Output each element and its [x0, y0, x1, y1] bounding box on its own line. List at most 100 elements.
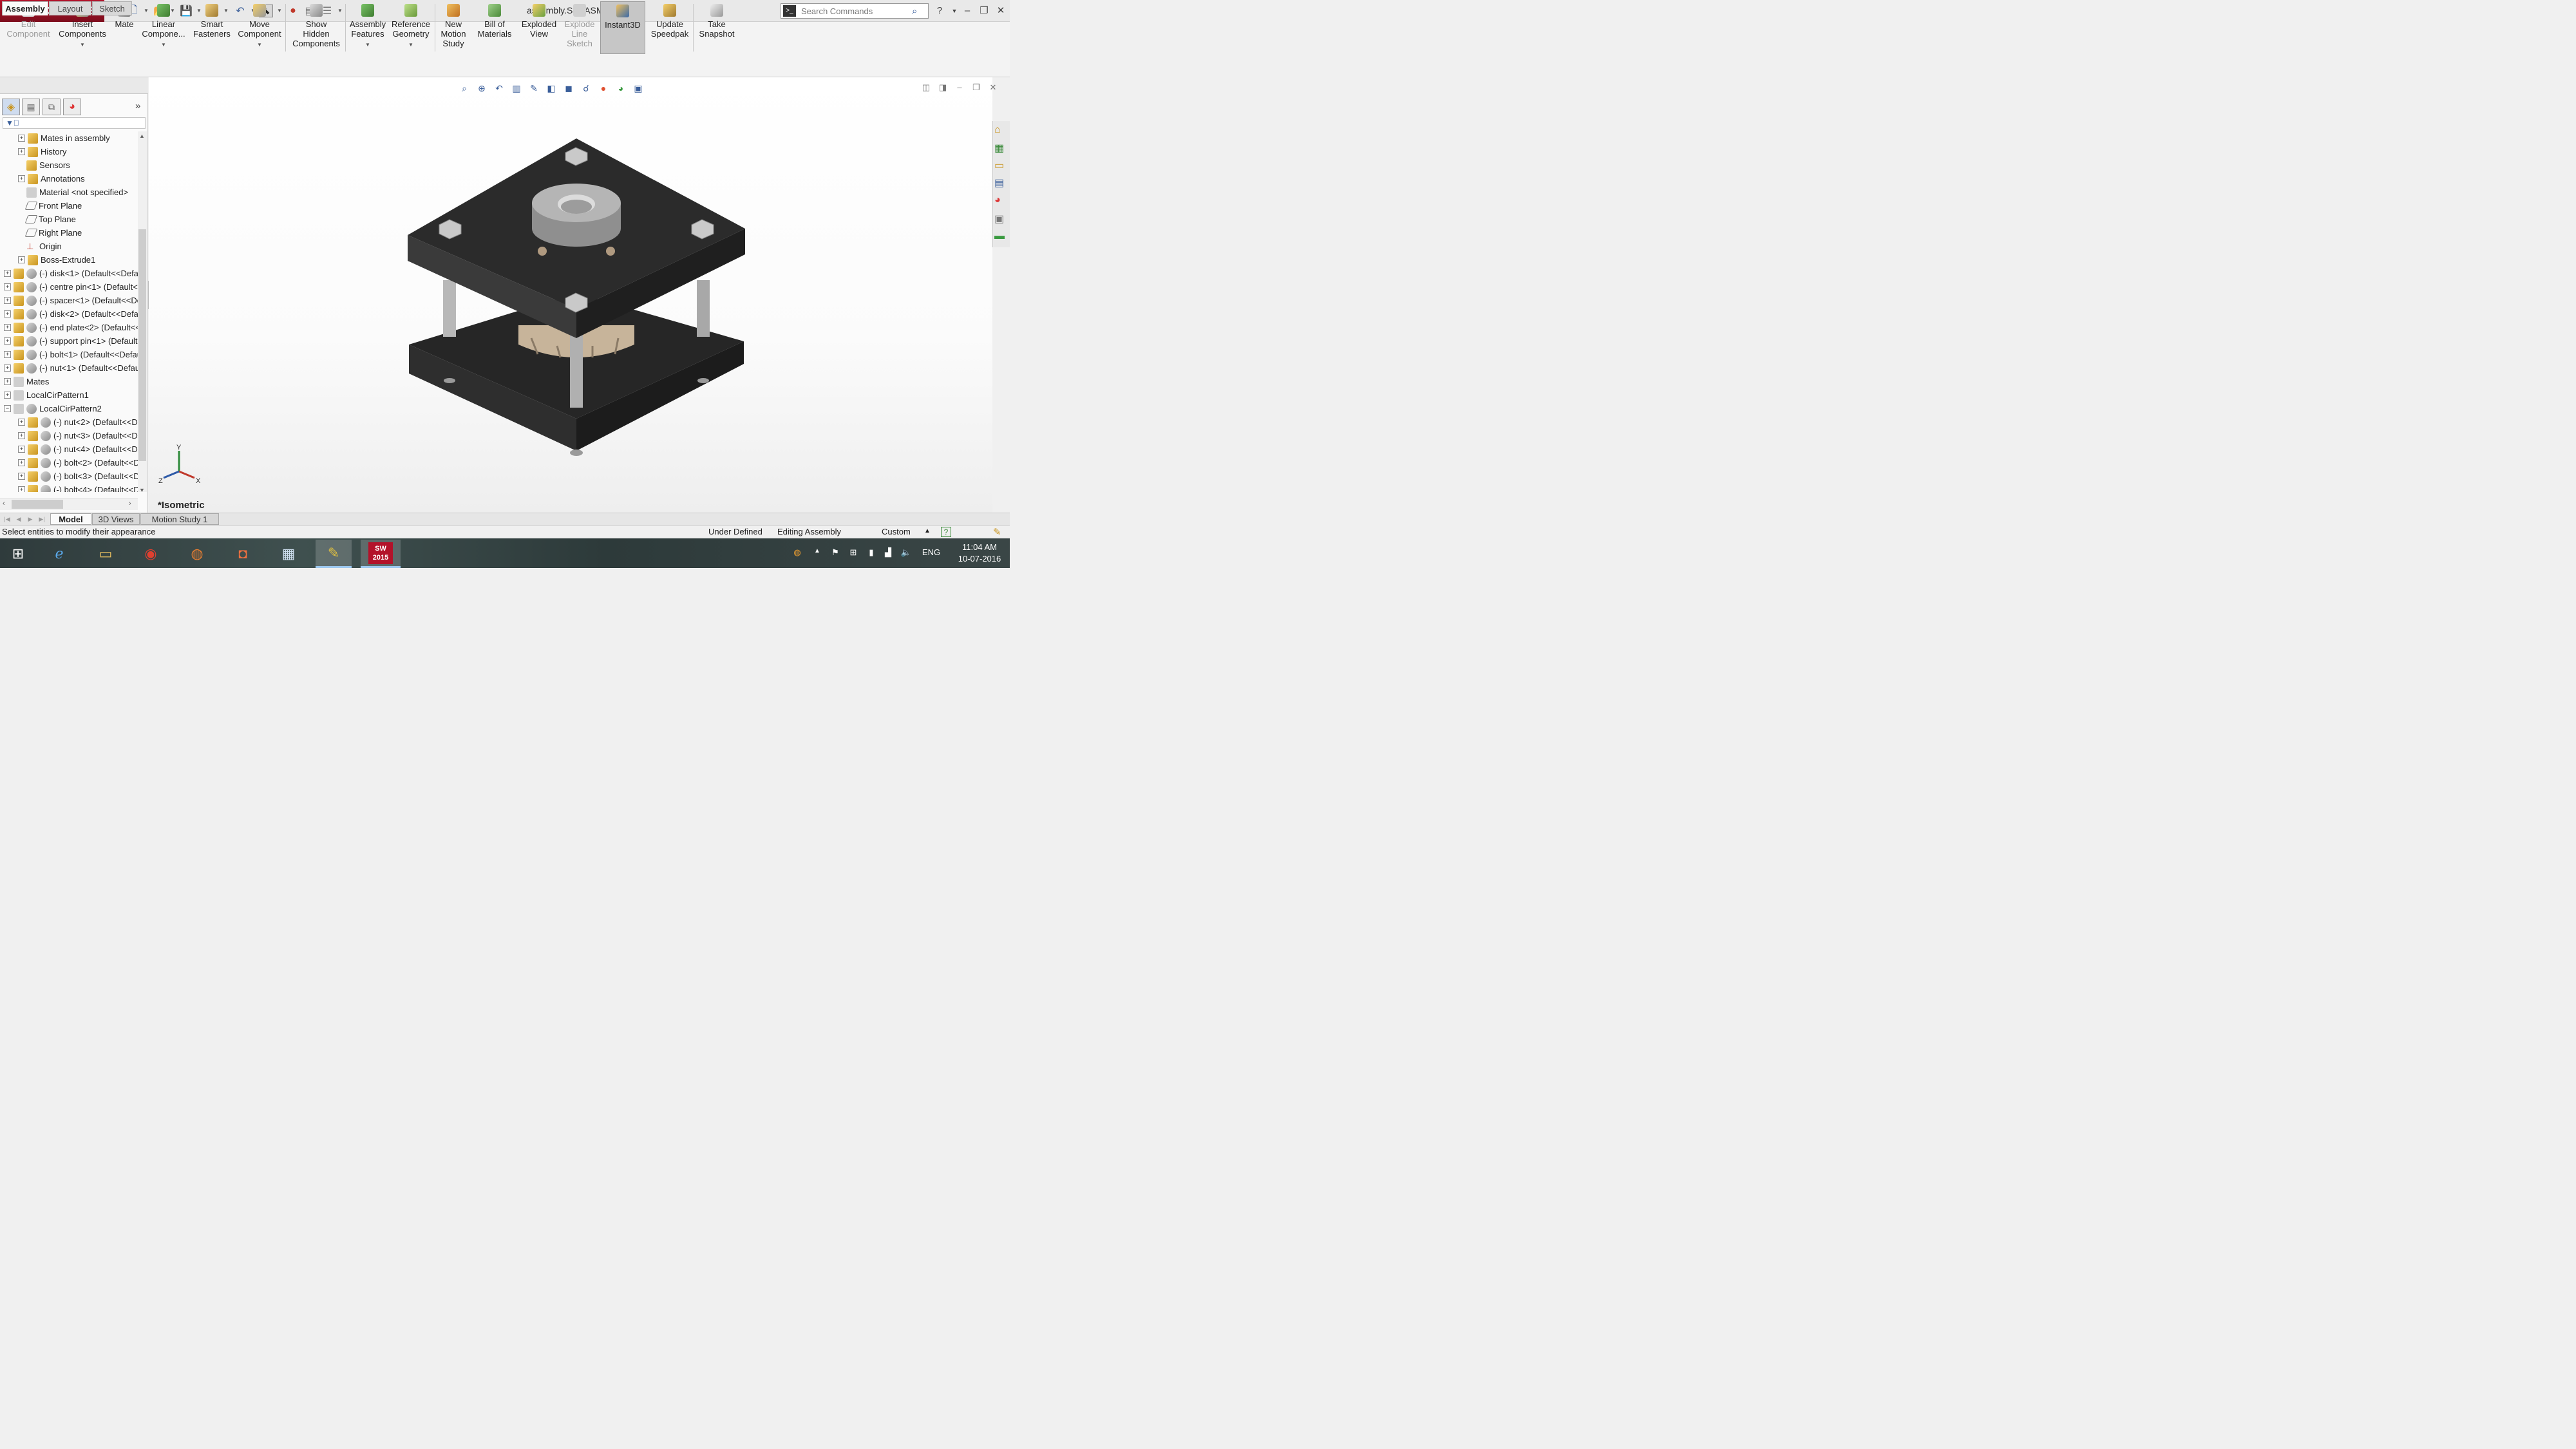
tree-item-material[interactable]: Material <not specified> [0, 185, 138, 199]
view-settings-icon[interactable]: ▣ [631, 81, 645, 95]
file-explorer-taskbar-icon[interactable]: ▭ [88, 540, 124, 568]
solidworks-resources-icon[interactable]: ⌂ [994, 124, 1009, 138]
custom-properties-icon[interactable]: ▣ [994, 213, 1009, 227]
display-style-icon[interactable]: ◼ [562, 81, 576, 95]
tree-item-boss-extrude1[interactable]: + Boss-Extrude1 [0, 253, 138, 267]
next-tab-icon[interactable]: ▶ [26, 515, 35, 524]
new-motion-study-button[interactable]: New Motion Study [437, 1, 470, 54]
expand-icon[interactable]: + [4, 378, 11, 385]
calculator-icon[interactable]: ▦ [270, 540, 307, 568]
show-hidden-components-button[interactable]: Show Hidden Components [290, 1, 343, 54]
expand-icon[interactable]: + [4, 351, 11, 358]
close-window-button[interactable]: ✕ [993, 4, 1009, 18]
search-input[interactable] [800, 5, 912, 17]
unit-system[interactable]: Custom [882, 527, 911, 536]
minimize-window-button[interactable]: – [960, 4, 975, 18]
tree-item-component[interactable]: + (-) disk<1> (Default<<Default>_Display … [0, 267, 138, 280]
expand-icon[interactable]: + [18, 446, 25, 453]
scroll-up-icon[interactable]: ▲ [139, 133, 145, 139]
internet-explorer-icon[interactable]: ℯ [41, 540, 77, 568]
reference-geometry-dropdown-icon[interactable]: ▼ [408, 40, 413, 50]
assembly-3d-model[interactable] [399, 132, 753, 460]
system-clock[interactable]: 11:04 AM 10-07-2016 [951, 542, 1009, 565]
tree-item-localcirpattern2[interactable]: − LocalCirPattern2 [0, 402, 138, 415]
tree-item-component[interactable]: + (-) nut<2> (Default<<Default>_Display S… [0, 415, 138, 429]
display-manager-tab-icon[interactable]: ◕ [63, 99, 81, 115]
expand-icon[interactable]: + [18, 148, 25, 155]
firefox-icon[interactable]: ◍ [179, 540, 215, 568]
move-component-dropdown-icon[interactable]: ▼ [257, 40, 262, 50]
expand-icon[interactable]: + [4, 324, 11, 331]
tree-item-component[interactable]: + (-) bolt<4> (Default<<Default>_Display … [0, 483, 138, 492]
linear-component-pattern-button[interactable]: Linear Compone... ▼ [140, 1, 187, 54]
tree-item-sensors[interactable]: Sensors [0, 158, 138, 172]
file-explorer-icon[interactable]: ▭ [994, 159, 1009, 173]
tree-item-history[interactable]: + History [0, 145, 138, 158]
prev-tab-icon[interactable]: ◀ [14, 515, 23, 524]
smart-fasteners-button[interactable]: Smart Fasteners [189, 1, 234, 54]
configuration-manager-tab-icon[interactable]: ⧉ [43, 99, 61, 115]
tree-item-component[interactable]: + (-) spacer<1> (Default<<Default>_Displa… [0, 294, 138, 307]
expand-icon[interactable]: + [4, 310, 11, 317]
appearances-scenes-icon[interactable]: ◕ [994, 194, 1009, 209]
explode-line-sketch-button[interactable]: Explode Line Sketch [562, 1, 598, 54]
tree-item-localcirpattern1[interactable]: + LocalCirPattern1 [0, 388, 138, 402]
tree-item-component[interactable]: + (-) bolt<2> (Default<<Default>_Display … [0, 456, 138, 469]
exploded-view-button[interactable]: Exploded View [518, 1, 560, 54]
expand-icon[interactable]: + [18, 473, 25, 480]
expand-icon[interactable]: + [18, 135, 25, 142]
search-commands-box[interactable]: >_ ⌕ [781, 3, 929, 19]
linear-pattern-dropdown-icon[interactable]: ▼ [161, 40, 166, 50]
tree-item-component[interactable]: + (-) nut<3> (Default<<Default>_Display S… [0, 429, 138, 442]
tab-assembly[interactable]: Assembly [2, 1, 48, 15]
expand-icon[interactable]: + [4, 270, 11, 277]
previous-view-icon[interactable]: ↶ [492, 81, 506, 95]
move-component-button[interactable]: Move Component ▼ [236, 1, 283, 54]
zoom-to-area-icon[interactable]: ⊕ [475, 81, 489, 95]
feature-manager-tab-icon[interactable]: ◈ [2, 99, 20, 115]
expand-panel-icon[interactable]: » [135, 100, 140, 111]
expand-icon[interactable]: + [18, 256, 25, 263]
instant3d-button[interactable]: Instant3D [600, 1, 645, 54]
expand-icon[interactable]: + [4, 283, 11, 290]
tree-item-annotations[interactable]: + Annotations [0, 172, 138, 185]
tree-item-component[interactable]: + (-) nut<4> (Default<<Default>_Display S… [0, 442, 138, 456]
tree-item-component[interactable]: + (-) bolt<3> (Default<<Default>_Display … [0, 469, 138, 483]
design-library-icon[interactable]: ▦ [994, 142, 1009, 156]
tree-filter-box[interactable]: ▼⃒ [3, 117, 146, 129]
chrome-icon[interactable]: ◉ [133, 540, 169, 568]
tree-scroll-thumb[interactable] [138, 229, 146, 461]
expand-icon[interactable]: + [18, 175, 25, 182]
tree-item-front-plane[interactable]: Front Plane [0, 199, 138, 213]
viewport-restore-button[interactable]: ❐ [970, 82, 983, 94]
tree-item-origin[interactable]: ⊥ Origin [0, 240, 138, 253]
volume-icon[interactable]: 🔈 [900, 547, 912, 560]
expand-icon[interactable]: + [18, 419, 25, 426]
update-speedpak-button[interactable]: Update Speedpak [648, 1, 692, 54]
tab-3d-views[interactable]: 3D Views [92, 513, 140, 525]
hide-show-items-icon[interactable]: ☌ [579, 81, 593, 95]
restore-window-button[interactable]: ❐ [976, 4, 992, 18]
tree-item-top-plane[interactable]: Top Plane [0, 213, 138, 226]
tree-item-component[interactable]: + (-) centre pin<1> (Default<<Default>_Di… [0, 280, 138, 294]
forum-icon[interactable]: ▬ [994, 231, 1009, 245]
take-snapshot-button[interactable]: Take Snapshot [696, 1, 738, 54]
first-tab-icon[interactable]: |◀ [3, 515, 12, 524]
apply-scene-icon[interactable]: ◕ [614, 81, 628, 95]
expand-icon[interactable]: + [4, 392, 11, 399]
property-manager-tab-icon[interactable]: ▦ [22, 99, 40, 115]
bill-of-materials-button[interactable]: Bill of Materials [474, 1, 515, 54]
zoom-to-fit-icon[interactable]: ⌕ [457, 81, 471, 95]
tree-item-component[interactable]: + (-) bolt<1> (Default<<Default>_Display … [0, 348, 138, 361]
rebuild-status-icon[interactable]: ✎ [993, 526, 1001, 538]
tree-item-right-plane[interactable]: Right Plane [0, 226, 138, 240]
scroll-left-icon[interactable]: ‹ [3, 500, 5, 507]
expand-icon[interactable]: + [18, 459, 25, 466]
tab-layout[interactable]: Layout [49, 1, 91, 15]
windows-tray-icon[interactable]: ⊞ [848, 547, 859, 560]
expand-icon[interactable]: + [4, 365, 11, 372]
quick-tips-icon[interactable]: ? [941, 527, 951, 537]
battery-icon[interactable]: ▮ [866, 547, 877, 560]
help-icon[interactable]: ? [932, 4, 947, 18]
edit-appearance-icon[interactable]: ● [596, 81, 611, 95]
